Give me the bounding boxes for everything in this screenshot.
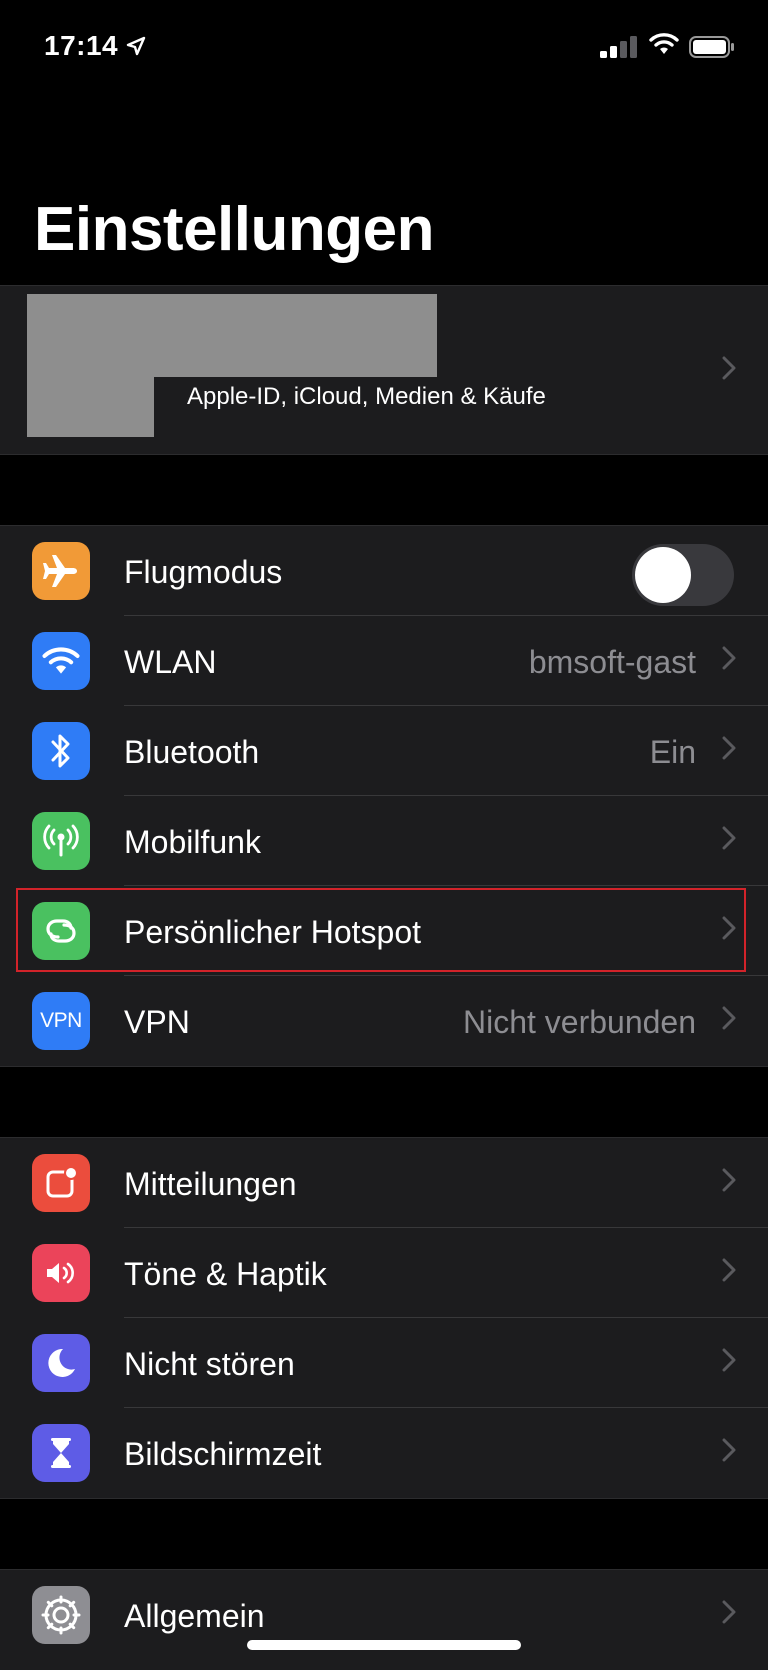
settings-row-label: Mobilfunk: [124, 824, 261, 860]
chevron-right-icon: [722, 356, 736, 385]
notifications-group: Mitteilungen Töne & Haptik Nicht stören: [0, 1137, 768, 1499]
settings-row-label: Flugmodus: [124, 554, 283, 590]
settings-row-vpn[interactable]: VPN VPN Nicht verbunden: [0, 976, 768, 1066]
hourglass-icon: [32, 1424, 90, 1482]
page-title: Einstellungen: [34, 195, 434, 264]
antenna-icon: [32, 812, 90, 870]
chevron-right-icon: [722, 1348, 736, 1377]
gear-icon: [32, 1586, 90, 1644]
chevron-right-icon: [722, 736, 736, 765]
apple-id-profile-row[interactable]: Apple-ID, iCloud, Medien & Käufe: [0, 285, 768, 455]
status-time: 17:14: [44, 30, 119, 61]
vpn-icon-text: VPN: [40, 1009, 82, 1032]
vpn-icon: VPN: [32, 992, 90, 1050]
settings-row-persoenlicher-hotspot[interactable]: Persönlicher Hotspot: [0, 886, 768, 976]
home-indicator[interactable]: [247, 1640, 521, 1650]
speaker-icon: [32, 1244, 90, 1302]
wifi-icon: [649, 32, 679, 61]
settings-row-mitteilungen[interactable]: Mitteilungen: [0, 1138, 768, 1228]
settings-row-label: Bildschirmzeit: [124, 1436, 322, 1472]
settings-row-toene-haptik[interactable]: Töne & Haptik: [0, 1228, 768, 1318]
vpn-status-value: Nicht verbunden: [462, 1004, 696, 1040]
chevron-right-icon: [722, 646, 736, 675]
chevron-right-icon: [722, 1006, 736, 1035]
profile-name-redacted: [154, 294, 437, 377]
settings-row-label: WLAN: [124, 644, 217, 680]
bluetooth-icon: [32, 722, 90, 780]
settings-row-label: Allgemein: [124, 1598, 265, 1634]
settings-row-bluetooth[interactable]: Bluetooth Ein: [0, 706, 768, 796]
notifications-icon: [32, 1154, 90, 1212]
airplane-icon: [32, 542, 90, 600]
chevron-right-icon: [722, 1168, 736, 1197]
chevron-right-icon: [722, 1600, 736, 1629]
location-arrow-icon: [126, 36, 146, 61]
battery-icon: [689, 36, 735, 63]
chevron-right-icon: [722, 1438, 736, 1467]
cellular-signal-icon: [600, 36, 638, 63]
connectivity-group: Flugmodus WLAN bmsoft-gast Bluetooth Ein: [0, 525, 768, 1067]
chevron-right-icon: [722, 916, 736, 945]
settings-row-mobilfunk[interactable]: Mobilfunk: [0, 796, 768, 886]
settings-row-label: VPN: [124, 1004, 190, 1040]
chevron-right-icon: [722, 1258, 736, 1287]
moon-icon: [32, 1334, 90, 1392]
settings-row-flugmodus[interactable]: Flugmodus: [0, 526, 768, 616]
settings-row-label: Mitteilungen: [124, 1166, 297, 1202]
settings-row-label: Nicht stören: [124, 1346, 295, 1382]
settings-row-label: Persönlicher Hotspot: [124, 914, 422, 950]
avatar: [27, 294, 154, 437]
chevron-right-icon: [722, 826, 736, 855]
settings-row-label: Bluetooth: [124, 734, 260, 770]
flugmodus-toggle[interactable]: [632, 544, 734, 606]
settings-row-nicht-stoeren[interactable]: Nicht stören: [0, 1318, 768, 1408]
toggle-knob: [635, 547, 691, 603]
status-bar: 17:14: [0, 0, 768, 100]
settings-row-label: Töne & Haptik: [124, 1256, 327, 1292]
bluetooth-status-value: Ein: [649, 734, 696, 770]
general-group: Allgemein: [0, 1569, 768, 1670]
profile-subtitle: Apple-ID, iCloud, Medien & Käufe: [187, 383, 546, 410]
wifi-icon: [32, 632, 90, 690]
settings-row-bildschirmzeit[interactable]: Bildschirmzeit: [0, 1408, 768, 1498]
wlan-network-value: bmsoft-gast: [528, 644, 696, 680]
hotspot-link-icon: [32, 902, 90, 960]
settings-row-wlan[interactable]: WLAN bmsoft-gast: [0, 616, 768, 706]
